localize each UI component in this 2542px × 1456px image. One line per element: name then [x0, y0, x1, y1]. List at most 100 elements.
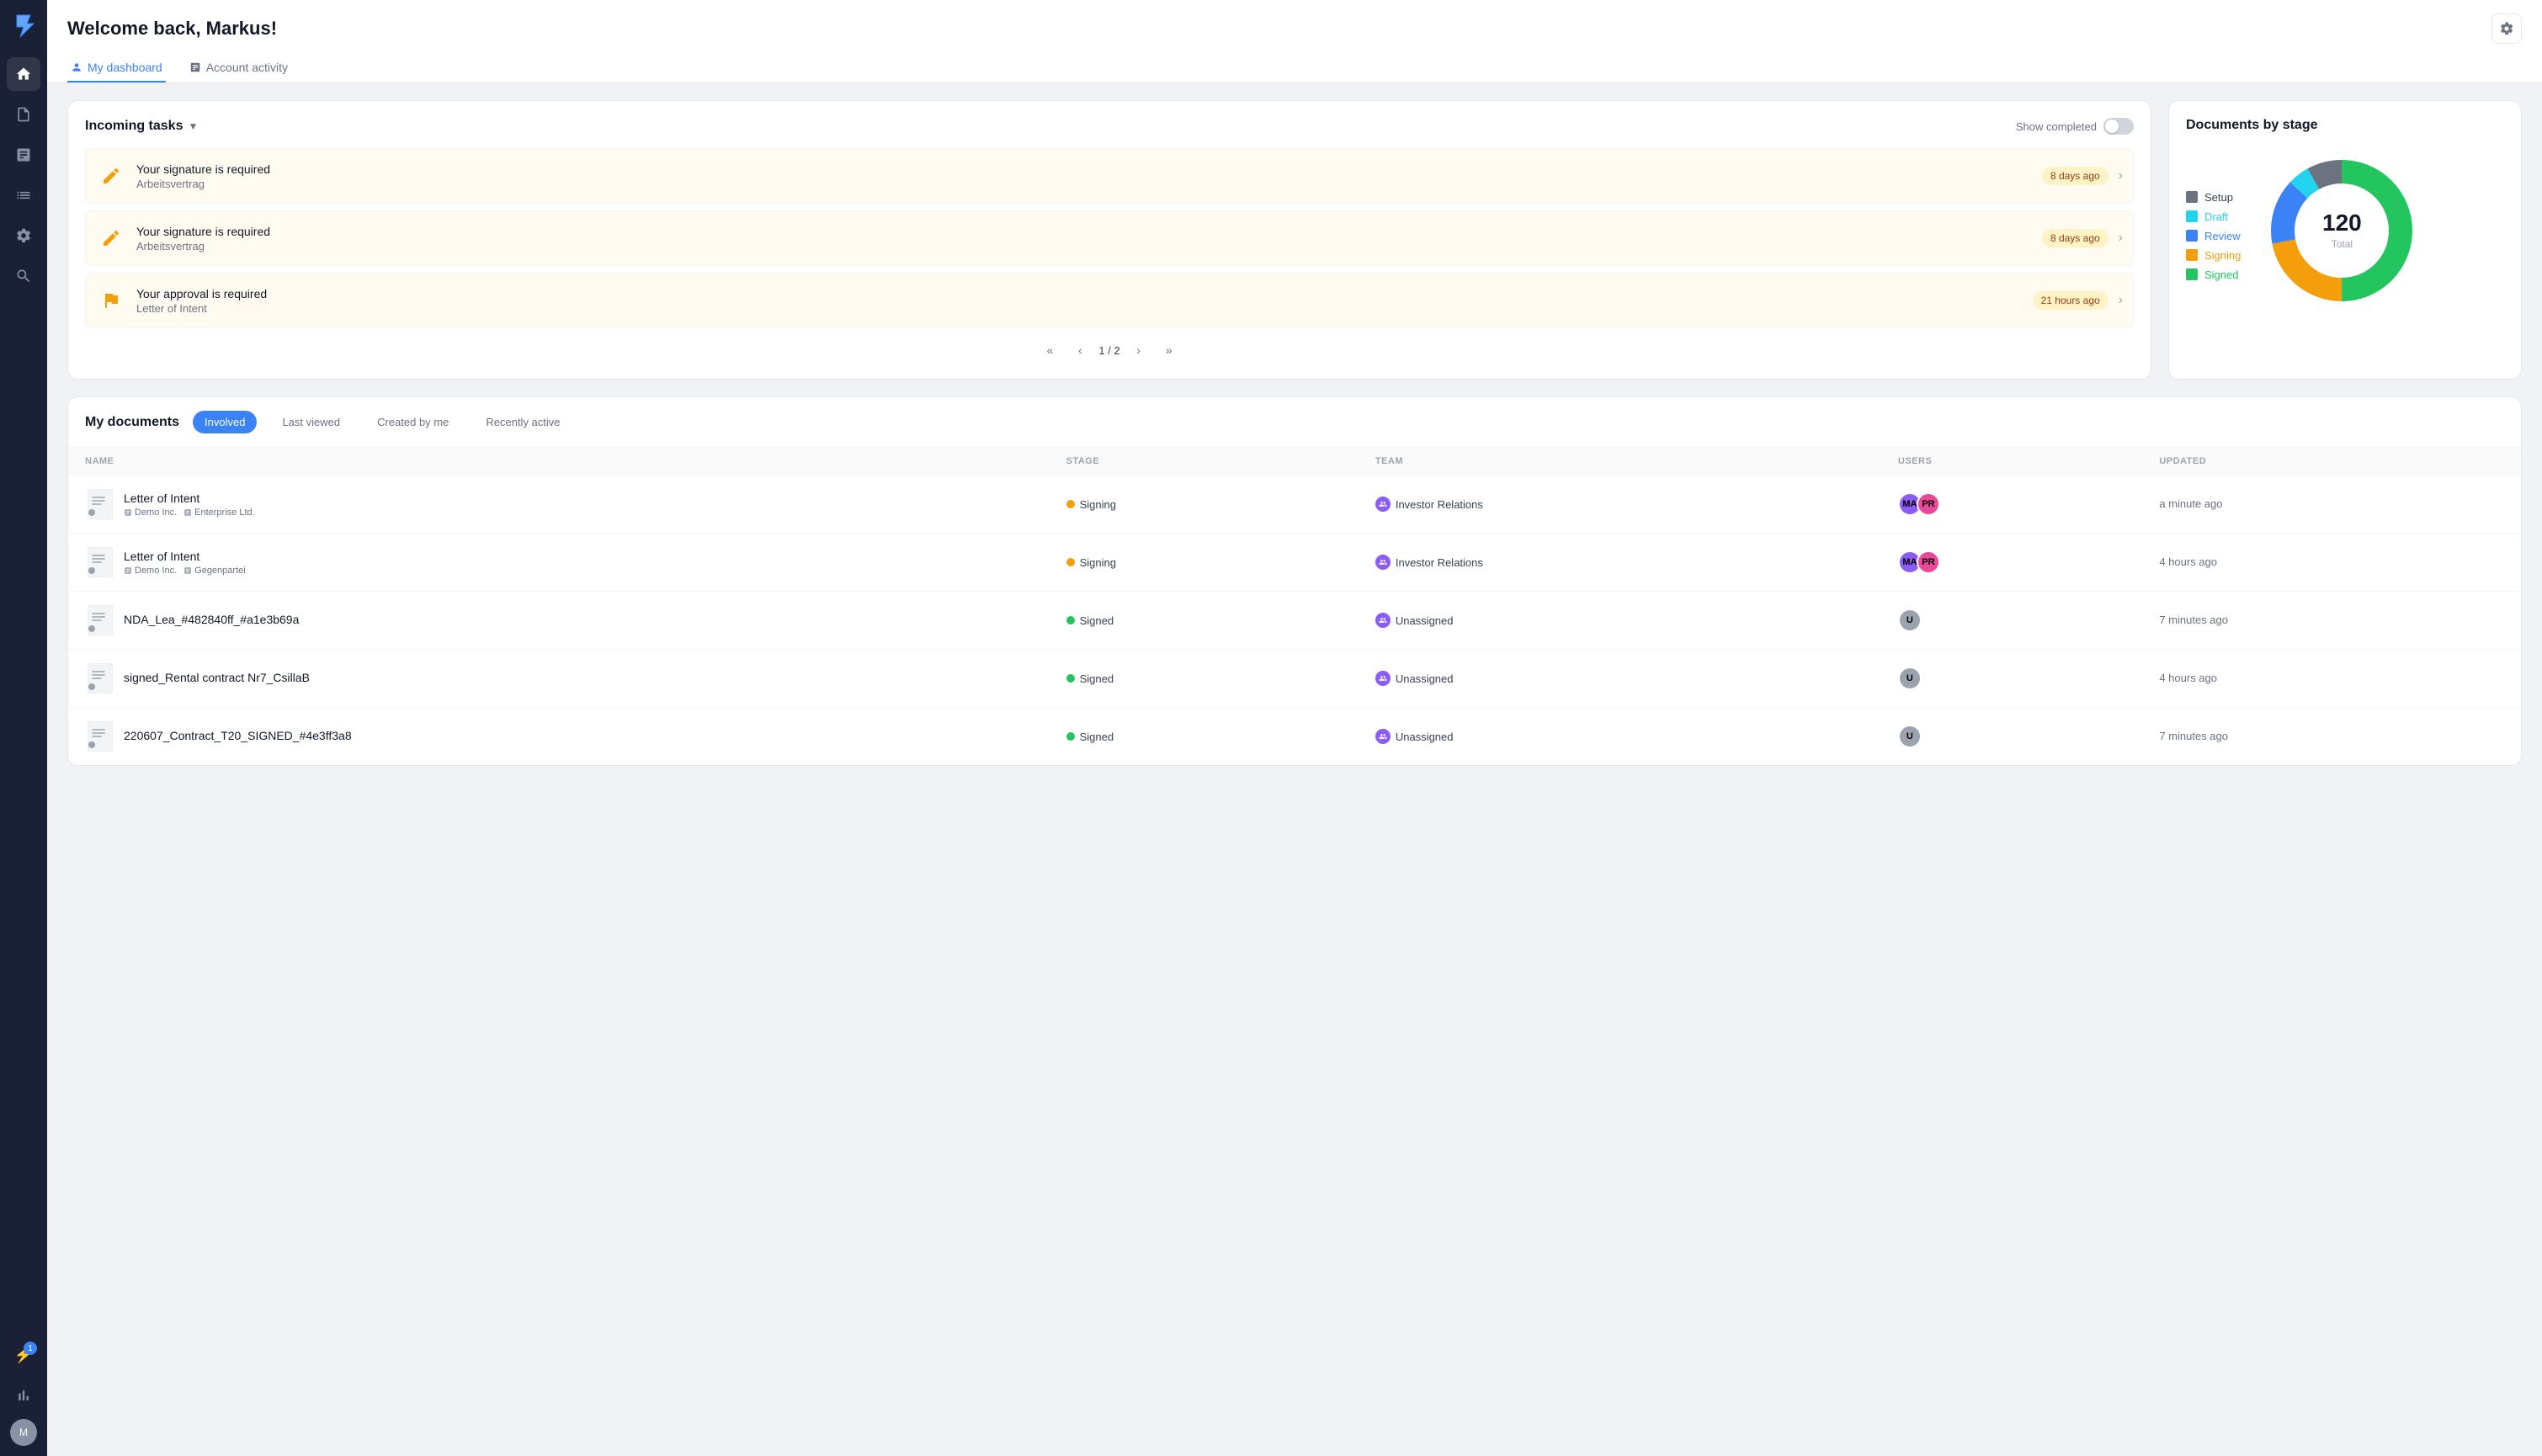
doc-file-icon [85, 603, 115, 637]
table-row[interactable]: Letter of Intent Demo Inc. Gegenpartei S… [68, 534, 2521, 592]
doc-users-cell: U [1881, 592, 2142, 650]
legend-dot-signing [2186, 249, 2198, 261]
doc-updated-cell: 4 hours ago [2142, 650, 2521, 708]
legend-dot-draft [2186, 210, 2198, 222]
prev-page-button[interactable]: ‹ [1068, 338, 1092, 362]
settings-button[interactable] [2491, 13, 2522, 44]
doc-stage-cell: Signing [1050, 476, 1359, 534]
stage-label: Signed [1080, 672, 1114, 685]
stage-label: Signing [1080, 556, 1116, 569]
doc-parties: Demo Inc. Enterprise Ltd. [124, 507, 255, 518]
col-stage: STAGE [1050, 448, 1359, 476]
doc-team-cell: Unassigned [1359, 708, 1881, 766]
stage-dot [1066, 674, 1075, 683]
table-row[interactable]: 220607_Contract_T20_SIGNED_#4e3ff3a8 Sig… [68, 708, 2521, 766]
doc-name-cell: Letter of Intent Demo Inc. Enterprise Lt… [68, 476, 1050, 534]
task-chevron-icon[interactable]: › [2119, 231, 2123, 246]
tab-created-by-me[interactable]: Created by me [365, 411, 460, 433]
top-row: Incoming tasks ▼ Show completed [67, 100, 2522, 380]
stage-dot [1066, 500, 1075, 508]
doc-updated-cell: 7 minutes ago [2142, 708, 2521, 766]
team-icon [1375, 555, 1391, 570]
team-label: Unassigned [1396, 731, 1454, 743]
team-icon [1375, 613, 1391, 628]
sidebar-item-list[interactable] [7, 178, 40, 212]
first-page-button[interactable]: « [1038, 338, 1061, 362]
sidebar-item-analytics[interactable] [7, 1379, 40, 1412]
stage-card-title: Documents by stage [2186, 118, 2504, 133]
legend-item-draft: Draft [2186, 210, 2241, 223]
sidebar-item-documents[interactable] [7, 98, 40, 131]
sidebar-item-notifications[interactable]: ⚡ 1 [7, 1338, 40, 1372]
stage-badge: Signed [1066, 672, 1342, 685]
task-signature-icon [96, 161, 126, 191]
doc-users-cell: U [1881, 708, 2142, 766]
documents-header: My documents Involved Last viewed Create… [68, 397, 2521, 448]
team-badge: Unassigned [1375, 729, 1864, 744]
app-logo[interactable] [8, 10, 39, 40]
doc-file-icon [85, 720, 115, 753]
doc-file-icon [85, 487, 115, 521]
legend-item-setup: Setup [2186, 191, 2241, 204]
tab-my-dashboard[interactable]: My dashboard [67, 54, 166, 82]
doc-users-cell: MAPR [1881, 534, 2142, 592]
doc-users-cell: MAPR [1881, 476, 2142, 534]
team-badge: Unassigned [1375, 671, 1864, 686]
table-row[interactable]: NDA_Lea_#482840ff_#a1e3b69a Signed Unass… [68, 592, 2521, 650]
my-documents-section: My documents Involved Last viewed Create… [67, 396, 2522, 766]
party-tag: Demo Inc. [124, 566, 177, 576]
party-tag: Gegenpartei [183, 566, 246, 576]
tab-last-viewed[interactable]: Last viewed [270, 411, 352, 433]
completed-toggle-switch[interactable] [2103, 118, 2134, 135]
stage-legend: Setup Draft Review Signing [2186, 191, 2241, 281]
doc-name-cell: Letter of Intent Demo Inc. Gegenpartei [68, 534, 1050, 592]
doc-name: NDA_Lea_#482840ff_#a1e3b69a [124, 613, 299, 626]
tab-recently-active[interactable]: Recently active [474, 411, 572, 433]
doc-stage-cell: Signed [1050, 708, 1359, 766]
users-cell: U [1898, 667, 2125, 690]
task-chevron-icon[interactable]: › [2119, 168, 2123, 183]
table-row[interactable]: signed_Rental contract Nr7_CsillaB Signe… [68, 650, 2521, 708]
last-page-button[interactable]: » [1157, 338, 1181, 362]
stage-badge: Signed [1066, 731, 1342, 743]
stage-badge: Signing [1066, 556, 1342, 569]
next-page-button[interactable]: › [1127, 338, 1151, 362]
col-team: TEAM [1359, 448, 1881, 476]
nav-tabs: My dashboard Account activity [67, 54, 2522, 82]
sidebar-item-home[interactable] [7, 57, 40, 91]
tab-account-activity[interactable]: Account activity [186, 54, 291, 82]
doc-team-cell: Unassigned [1359, 592, 1881, 650]
team-icon [1375, 497, 1391, 512]
table-header-row: NAME STAGE TEAM USERS UPDATED [68, 448, 2521, 476]
stage-dot [1066, 732, 1075, 741]
legend-dot-setup [2186, 191, 2198, 203]
legend-dot-signed [2186, 268, 2198, 280]
sidebar-item-settings[interactable] [7, 219, 40, 252]
table-row[interactable]: Letter of Intent Demo Inc. Enterprise Lt… [68, 476, 2521, 534]
tab-involved[interactable]: Involved [193, 411, 257, 433]
tasks-dropdown-icon[interactable]: ▼ [188, 120, 198, 132]
stage-badge: Signed [1066, 614, 1342, 627]
party-tag: Enterprise Ltd. [183, 507, 255, 518]
user-avatar: PR [1917, 550, 1940, 574]
sidebar-item-templates[interactable] [7, 138, 40, 172]
updated-text: 4 hours ago [2159, 672, 2217, 684]
doc-name: Letter of Intent [124, 550, 246, 563]
team-label: Investor Relations [1396, 498, 1483, 511]
users-cell: U [1898, 725, 2125, 748]
updated-text: 7 minutes ago [2159, 730, 2228, 742]
task-info: Your signature is required Arbeitsvertra… [136, 162, 2032, 190]
doc-stage-cell: Signed [1050, 592, 1359, 650]
doc-team-cell: Investor Relations [1359, 476, 1881, 534]
doc-name-cell: 220607_Contract_T20_SIGNED_#4e3ff3a8 [68, 708, 1050, 766]
task-list: Your signature is required Arbeitsvertra… [85, 148, 2134, 328]
task-approval-icon [96, 285, 126, 316]
user-avatar: U [1898, 608, 1922, 632]
team-label: Unassigned [1396, 614, 1454, 627]
stage-label: Signed [1080, 731, 1114, 743]
user-avatar[interactable]: M [10, 1419, 37, 1446]
sidebar-item-search[interactable] [7, 259, 40, 293]
task-signature-icon [96, 223, 126, 253]
team-badge: Investor Relations [1375, 555, 1864, 570]
task-chevron-icon[interactable]: › [2119, 293, 2123, 308]
